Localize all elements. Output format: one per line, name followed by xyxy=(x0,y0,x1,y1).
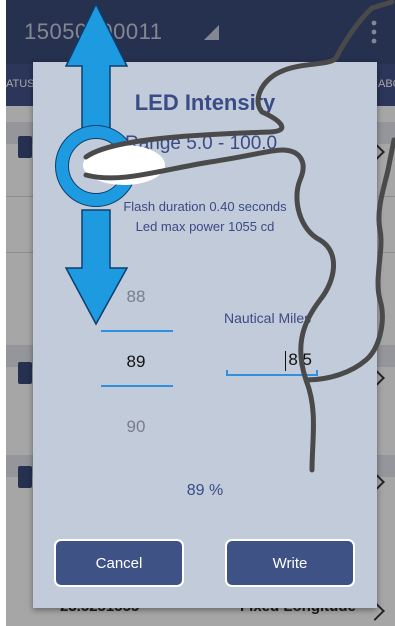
picker-prev-value[interactable]: 88 xyxy=(86,287,186,307)
led-intensity-dialog: LED Intensity Range 5.0 - 100.0 Flash du… xyxy=(33,62,377,608)
range-text: Range 5.0 - 100.0 xyxy=(125,133,278,154)
nautical-miles-label: Nautical Miles xyxy=(224,310,312,326)
text-caret xyxy=(285,351,286,371)
flash-duration-text: Flash duration 0.40 seconds xyxy=(123,199,287,214)
intensity-percent: 89 % xyxy=(186,482,224,499)
picker-divider-bottom xyxy=(101,385,173,387)
picker-next-value[interactable]: 90 xyxy=(86,417,186,437)
cancel-button[interactable]: Cancel xyxy=(54,539,184,587)
nautical-miles-input[interactable] xyxy=(226,348,318,372)
dialog-title: LED Intensity xyxy=(134,90,276,115)
picker-current-value[interactable]: 89 xyxy=(86,352,186,372)
led-max-power-text: Led max power 1055 cd xyxy=(135,219,275,234)
picker-divider-top xyxy=(101,330,173,332)
write-button[interactable]: Write xyxy=(225,539,355,587)
nautical-miles-underline xyxy=(226,370,318,376)
